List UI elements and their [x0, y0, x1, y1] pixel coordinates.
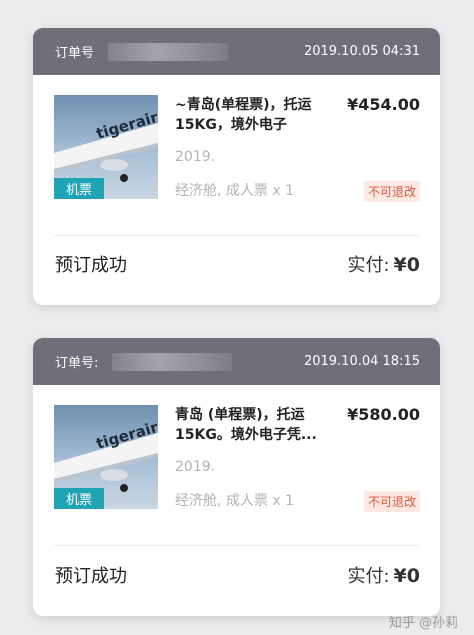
order-card[interactable]: 订单号 2019.10.05 04:31 tigerair 机票 ~青岛(单程票… [33, 28, 440, 305]
paid-label: 实付: [347, 566, 390, 587]
paid-amount: ¥0 [393, 254, 420, 276]
order-datetime: 2019.10.05 04:31 [303, 44, 420, 59]
paid-total: 实付: ¥0 [347, 562, 420, 588]
cabin-class-info: 经济舱, 成人票 x 1 [175, 493, 294, 509]
flight-date: 2019. [175, 149, 216, 165]
order-price: ¥580.00 [347, 405, 420, 424]
nonrefundable-badge: 不可退改 [363, 181, 420, 202]
order-number-label: 订单号: [55, 356, 99, 371]
divider [54, 545, 419, 546]
watermark: 知乎 @孙莉 [388, 616, 458, 631]
order-header: 订单号: 2019.10.04 18:15 [33, 338, 440, 385]
order-header: 订单号 2019.10.05 04:31 [33, 28, 440, 75]
ticket-type-badge: 机票 [54, 178, 104, 199]
paid-amount: ¥0 [393, 565, 420, 587]
order-card[interactable]: 订单号: 2019.10.04 18:15 tigerair 机票 青岛 (单程… [33, 338, 440, 616]
order-status: 预订成功 [55, 255, 127, 276]
order-number-label: 订单号 [55, 46, 95, 61]
flight-date: 2019. [175, 459, 216, 475]
flight-title: 青岛 (单程票)，托运15KG。境外电子凭... [175, 407, 317, 443]
airplane-thumbnail: tigerair 机票 [54, 405, 158, 509]
airplane-thumbnail: tigerair 机票 [54, 95, 158, 199]
cabin-class-info: 经济舱, 成人票 x 1 [175, 183, 294, 199]
order-price: ¥454.00 [347, 95, 420, 114]
order-body: tigerair 机票 ~青岛(单程票)，托运15KG，境外电子 ¥454.00… [33, 75, 440, 203]
flight-title: ~青岛(单程票)，托运15KG，境外电子 [175, 97, 312, 133]
order-status: 预订成功 [55, 566, 127, 587]
order-footer: 预订成功 实付: ¥0 [55, 562, 420, 588]
paid-total: 实付: ¥0 [347, 251, 420, 277]
order-footer: 预订成功 实付: ¥0 [55, 251, 420, 277]
order-number-redacted [108, 42, 229, 61]
paid-label: 实付: [347, 255, 390, 276]
nonrefundable-badge: 不可退改 [363, 491, 420, 512]
order-number-redacted [112, 352, 233, 371]
order-body: tigerair 机票 青岛 (单程票)，托运15KG。境外电子凭... ¥58… [33, 385, 440, 513]
divider [54, 235, 419, 236]
order-datetime: 2019.10.04 18:15 [303, 354, 420, 369]
ticket-type-badge: 机票 [54, 488, 104, 509]
